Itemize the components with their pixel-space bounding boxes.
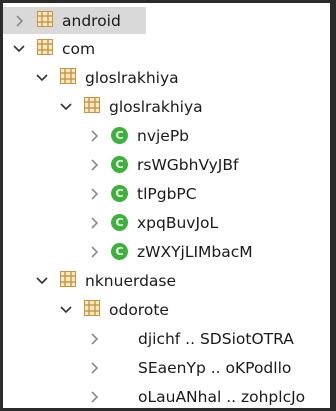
tree-node-label: nvjePb xyxy=(137,126,190,145)
tree-node-class[interactable]: C rsWGbhVyJBf xyxy=(3,151,330,178)
tree-node-label: zWXYjLIMbacM xyxy=(137,242,253,261)
chevron-right-icon[interactable] xyxy=(87,245,101,259)
tree-node-label: tlPgbPC xyxy=(137,184,197,203)
chevron-down-icon[interactable] xyxy=(35,71,49,85)
chevron-right-icon[interactable] xyxy=(87,129,101,143)
tree-node-file[interactable]: SEaenYp .. oKPodllo xyxy=(3,354,330,381)
package-icon xyxy=(83,299,109,321)
package-explorer-tree: android com gloslrakhiya gloslrakhiya C … xyxy=(3,3,330,408)
tree-node-class[interactable]: C zWXYjLIMbacM xyxy=(3,238,330,265)
tree-node-class[interactable]: C tlPgbPC xyxy=(3,180,330,207)
class-icon: C xyxy=(111,214,128,231)
tree-node-class[interactable]: C xpqBuvJoL xyxy=(3,209,330,236)
tree-node-label: SEaenYp .. oKPodllo xyxy=(138,358,292,377)
class-icon: C xyxy=(111,185,128,202)
tree-node-label: android xyxy=(62,11,121,30)
tree-node-label: gloslrakhiya xyxy=(85,68,179,87)
package-icon xyxy=(59,67,85,89)
tree-node-class[interactable]: C nvjePb xyxy=(3,122,330,149)
chevron-right-icon[interactable] xyxy=(87,361,101,375)
package-icon xyxy=(83,96,109,118)
class-icon: C xyxy=(111,156,128,173)
tree-node-label: gloslrakhiya xyxy=(109,97,203,116)
package-icon xyxy=(36,10,62,32)
tree-node-odorote[interactable]: odorote xyxy=(3,296,330,323)
tree-node-gloslrakhiya[interactable]: gloslrakhiya xyxy=(3,64,330,91)
tree-node-file[interactable]: oLauANhal .. zohplcJo xyxy=(3,383,330,408)
tree-node-label: nknuerdase xyxy=(85,271,177,290)
tree-node-file[interactable]: djichf .. SDSiotOTRA xyxy=(3,325,330,352)
chevron-down-icon[interactable] xyxy=(59,100,73,114)
tree-node-label: odorote xyxy=(109,300,169,319)
tree-node-label: djichf .. SDSiotOTRA xyxy=(138,329,294,348)
tree-node-label: com xyxy=(62,39,96,58)
tree-node-gloslrakhiya-sub[interactable]: gloslrakhiya xyxy=(3,93,330,120)
chevron-right-icon[interactable] xyxy=(87,187,101,201)
chevron-down-icon[interactable] xyxy=(35,274,49,288)
tree-node-label: rsWGbhVyJBf xyxy=(137,155,239,174)
chevron-down-icon[interactable] xyxy=(12,42,26,56)
class-icon: C xyxy=(111,127,128,144)
tree-node-label: oLauANhal .. zohplcJo xyxy=(138,387,306,406)
class-icon: C xyxy=(111,243,128,260)
chevron-right-icon[interactable] xyxy=(87,390,101,404)
tree-node-com[interactable]: com xyxy=(3,35,330,62)
package-icon xyxy=(36,38,62,60)
chevron-right-icon[interactable] xyxy=(87,158,101,172)
chevron-right-icon[interactable] xyxy=(87,216,101,230)
chevron-down-icon[interactable] xyxy=(59,303,73,317)
package-icon xyxy=(59,270,85,292)
chevron-right-icon[interactable] xyxy=(87,332,101,346)
tree-node-android[interactable]: android xyxy=(3,7,146,34)
tree-node-label: xpqBuvJoL xyxy=(137,213,219,232)
tree-node-nknuerdase[interactable]: nknuerdase xyxy=(3,267,330,294)
chevron-right-icon[interactable] xyxy=(12,14,26,28)
